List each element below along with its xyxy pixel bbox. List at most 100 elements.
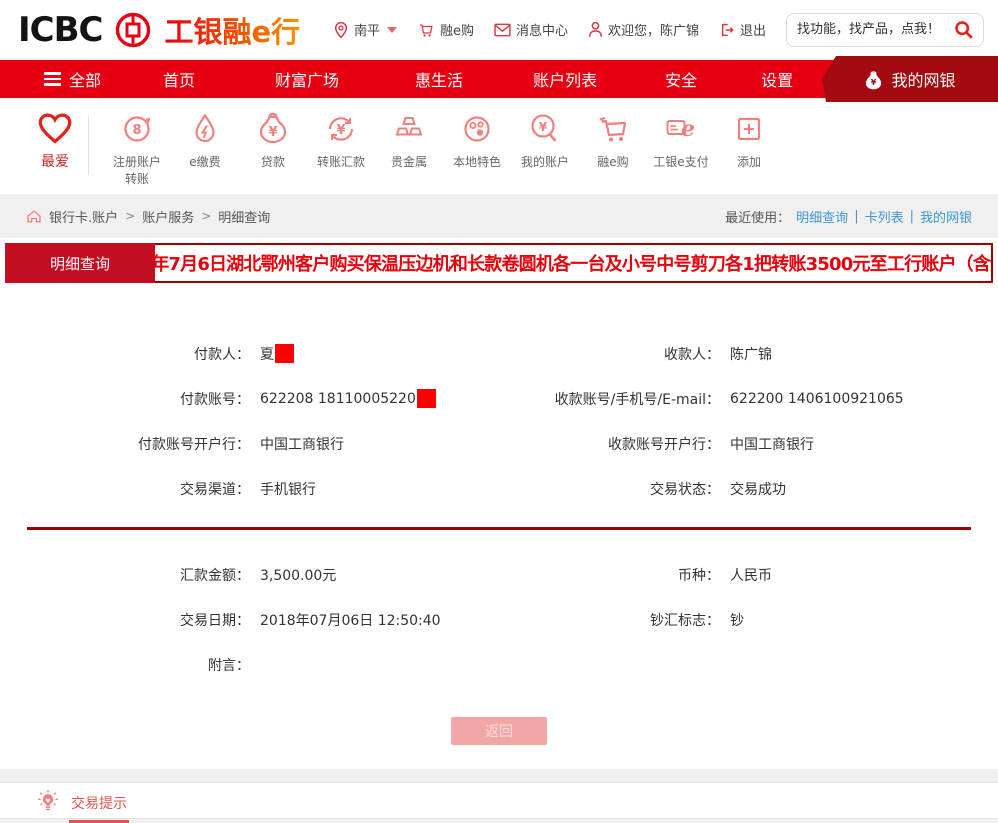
- message-center-link[interactable]: 消息中心: [494, 20, 568, 39]
- section-divider: [27, 527, 971, 530]
- toolbar-item-my-account[interactable]: ¥ 我的账户: [511, 111, 579, 171]
- toolbar-label: 转账汇款: [312, 154, 370, 171]
- field-label: 付款人：: [0, 344, 250, 364]
- nav-label: 安全: [665, 67, 697, 91]
- recent-label: 最近使用：: [725, 207, 790, 226]
- toolbar-label: 我的账户: [516, 154, 574, 171]
- search-input[interactable]: [797, 22, 953, 37]
- nav-label: 惠生活: [415, 67, 463, 91]
- svg-text:¥: ¥: [336, 123, 345, 138]
- mybank-label: 我的网银: [891, 67, 955, 91]
- field-label: 付款账号：: [0, 389, 250, 409]
- nav-item-settings[interactable]: 设置: [761, 67, 793, 91]
- main-nav: 全部 首页 财富广场 惠生活 账户列表 安全 设置 ¥ 我的网银: [0, 60, 998, 98]
- detail-section-parties: 付款人： 夏 收款人： 陈广锦 付款账号： 622208 18110005220…: [0, 331, 998, 511]
- toolbar-label: 本地特色: [448, 154, 506, 171]
- recent-link-card-list[interactable]: 卡列表: [865, 207, 904, 226]
- toolbar-item-rong-e-gou[interactable]: 融e购: [579, 111, 647, 171]
- breadcrumb-item[interactable]: 银行卡.账户: [49, 207, 118, 226]
- breadcrumb-item[interactable]: 明细查询: [218, 207, 270, 226]
- toolbar-item-precious-metals[interactable]: 贵金属: [375, 111, 443, 171]
- search-icon[interactable]: [953, 19, 975, 41]
- redaction-block: [417, 389, 436, 408]
- nav-item-wealth[interactable]: 财富广场: [275, 67, 339, 91]
- icbc-logo[interactable]: ICBC 工银融e行: [18, 9, 300, 51]
- location-label: 南平: [354, 20, 380, 39]
- cart-icon: [417, 21, 435, 38]
- toolbar-label: e缴费: [176, 154, 234, 171]
- recent-link-mybank[interactable]: 我的网银: [920, 207, 972, 226]
- field-label: 交易状态：: [500, 479, 720, 499]
- toolbar-item-epay-fees[interactable]: e缴费: [171, 111, 239, 171]
- recent-link-detail-query[interactable]: 明细查询: [796, 207, 848, 226]
- field-value: 622200 1406100921065: [730, 391, 904, 407]
- nav-item-home[interactable]: 首页: [163, 67, 195, 91]
- back-button[interactable]: 返回: [451, 717, 547, 745]
- register-transfer-icon: 8: [119, 111, 155, 147]
- field-label: 交易渠道：: [0, 479, 250, 499]
- toolbar-item-add[interactable]: 添加: [715, 111, 783, 171]
- field-label: 交易日期：: [0, 610, 250, 630]
- detail-section-amount: 汇款金额： 3,500.00元 币种： 人民币 交易日期： 2018年07月06…: [0, 552, 998, 687]
- breadcrumb-item[interactable]: 账户服务: [142, 207, 194, 226]
- detail-row: 付款人： 夏 收款人： 陈广锦: [0, 331, 998, 376]
- nav-label: 账户列表: [533, 67, 597, 91]
- toolbar-item-favorites[interactable]: 最爱: [26, 111, 84, 172]
- field-value: 交易成功: [730, 479, 786, 499]
- page-title: 明细查询: [5, 243, 155, 283]
- nav-item-accounts[interactable]: 账户列表: [533, 67, 597, 91]
- field-value: 3,500.00元: [260, 565, 336, 585]
- nav-label: 首页: [163, 67, 195, 91]
- detail-row: 付款账号： 622208 18110005220 收款账号/手机号/E-mail…: [0, 376, 998, 421]
- nav-item-mybank[interactable]: ¥ 我的网银: [822, 56, 998, 102]
- toolbar-label: 注册账户转账: [108, 154, 166, 189]
- field-value: 钞: [730, 610, 744, 630]
- location-selector[interactable]: 南平: [333, 20, 397, 39]
- transaction-tip-label[interactable]: 交易提示: [69, 791, 129, 823]
- welcome-user[interactable]: 欢迎您，陈广锦: [588, 20, 699, 39]
- detail-row: 汇款金额： 3,500.00元 币种： 人民币: [0, 552, 998, 597]
- user-icon: [588, 21, 603, 38]
- toolbar-item-loans[interactable]: ¥ 贷款: [239, 111, 307, 171]
- toolbar-item-transfer-remit[interactable]: ¥ 转账汇款: [307, 111, 375, 171]
- field-value: 中国工商银行: [730, 434, 814, 454]
- main-content: 明细查询 2018年7月6日湖北鄂州客户购买保温压边机和长款卷圆机各一台及小号中…: [0, 238, 998, 769]
- top-header: ICBC 工银融e行 南平: [0, 0, 998, 60]
- cart-link[interactable]: 融e购: [417, 20, 474, 39]
- chevron-down-icon: [387, 27, 397, 33]
- toolbar-item-register-transfer[interactable]: 8 注册账户转账: [103, 111, 171, 189]
- svg-text:¥: ¥: [268, 125, 277, 140]
- breadcrumb-separator: >: [125, 209, 135, 223]
- field-value: 夏: [260, 344, 274, 364]
- field-value: 陈广锦: [730, 344, 772, 364]
- toolbar-label: 添加: [720, 154, 778, 171]
- header-right: 南平 融e购 消息中心: [333, 13, 984, 47]
- breadcrumb-row: 银行卡.账户 > 账户服务 > 明细查询 最近使用： 明细查询 | 卡列表 | …: [0, 194, 998, 238]
- nav-item-security[interactable]: 安全: [665, 67, 697, 91]
- field-value: 手机银行: [260, 479, 316, 499]
- envelope-icon: [494, 23, 511, 37]
- home-icon[interactable]: [26, 209, 42, 224]
- svg-text:¥: ¥: [539, 120, 548, 134]
- breadcrumb-separator: >: [201, 209, 211, 223]
- field-label: 附言：: [0, 655, 250, 675]
- nav-item-life[interactable]: 惠生活: [415, 67, 463, 91]
- title-row: 明细查询 2018年7月6日湖北鄂州客户购买保温压边机和长款卷圆机各一台及小号中…: [5, 243, 993, 283]
- heart-icon: [37, 111, 73, 145]
- field-label: 付款账号开户行：: [0, 434, 250, 454]
- redaction-block: [275, 344, 294, 363]
- separator: |: [854, 209, 858, 224]
- nav-item-all[interactable]: 全部: [44, 67, 101, 91]
- logout-link[interactable]: 退出: [719, 20, 766, 39]
- toolbar-item-local-features[interactable]: 本地特色: [443, 111, 511, 171]
- droplet-lightning-icon: [187, 111, 223, 147]
- toolbar-label: 融e购: [584, 154, 642, 171]
- svg-text:8: 8: [132, 123, 141, 138]
- account-magnifier-icon: ¥: [527, 111, 563, 147]
- toolbar-item-icbc-epay[interactable]: e 工银e支付: [647, 111, 715, 171]
- field-label: 币种：: [500, 565, 720, 585]
- separator: |: [910, 209, 914, 224]
- field-value: 2018年07月06日 12:50:40: [260, 610, 441, 630]
- local-features-icon: [459, 111, 495, 147]
- field-label: 汇款金额：: [0, 565, 250, 585]
